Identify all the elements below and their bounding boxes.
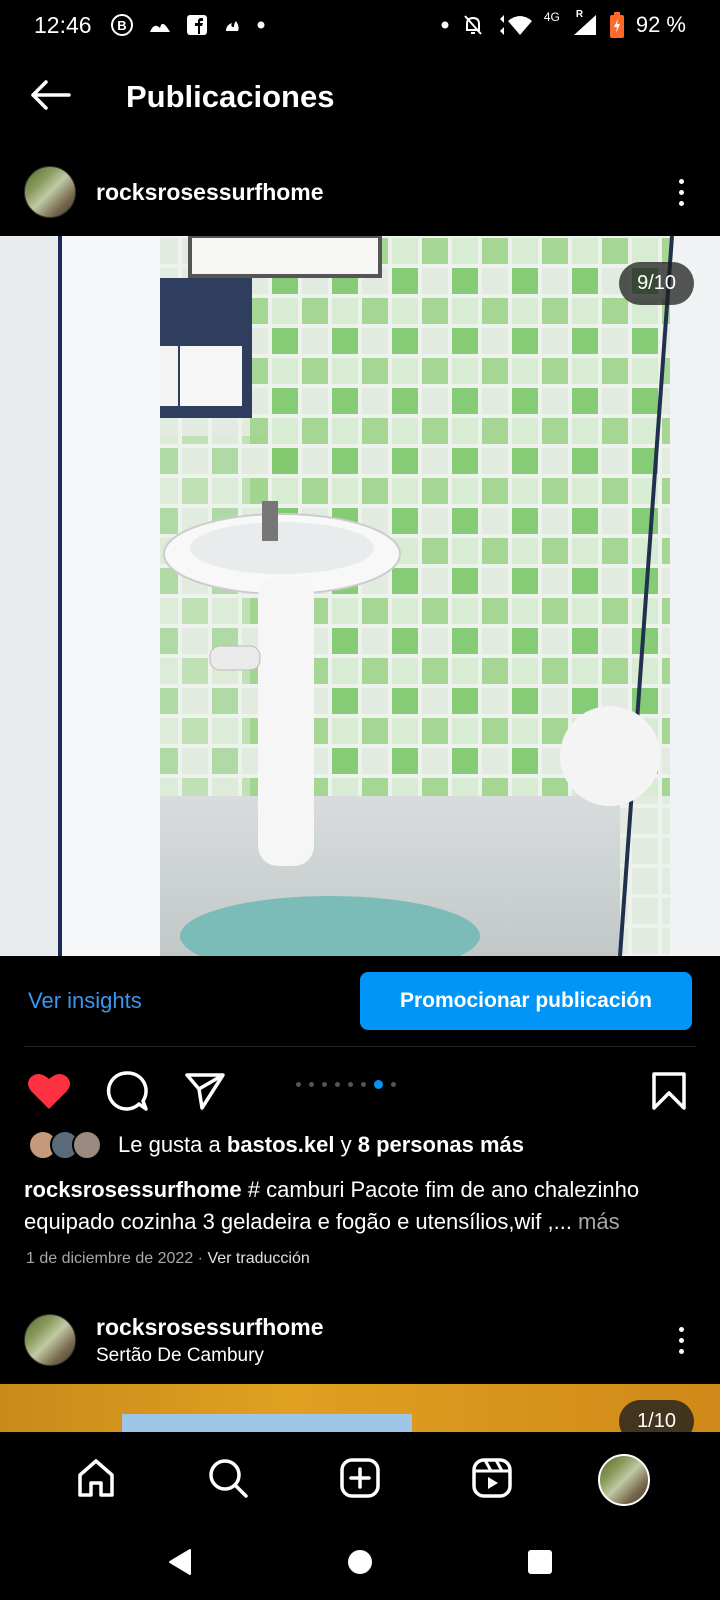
next-image-detail xyxy=(122,1414,412,1432)
status-time: 12:46 xyxy=(34,11,92,38)
comment-button[interactable] xyxy=(104,1070,150,1116)
back-button[interactable] xyxy=(20,67,80,127)
search-icon xyxy=(207,1457,249,1504)
send-icon xyxy=(184,1071,226,1116)
likes-prefix: Le gusta a xyxy=(118,1132,227,1157)
likes-summary[interactable]: Le gusta a bastos.kel y 8 personas más xyxy=(28,1130,524,1160)
bookmark-icon xyxy=(651,1071,687,1116)
carousel-dot xyxy=(322,1082,327,1087)
notification-icons: B xyxy=(110,13,266,37)
nav-home[interactable] xyxy=(66,1450,126,1510)
carousel-dot xyxy=(391,1082,396,1087)
meta-separator: · xyxy=(193,1250,208,1267)
facebook-icon xyxy=(186,14,208,36)
post-username[interactable]: rocksrosessurfhome xyxy=(96,179,324,206)
battery-icon xyxy=(609,12,624,38)
signal-icon: R xyxy=(572,9,598,37)
flame-icon xyxy=(222,15,242,35)
recents-square-icon xyxy=(526,1548,554,1581)
page-title: Publicaciones xyxy=(126,79,335,114)
system-status-icons: 4G R 92 % xyxy=(440,9,686,38)
liker-avatars xyxy=(28,1130,102,1160)
more-dots-icon xyxy=(678,1326,684,1332)
post-header: rocksrosessurfhome xyxy=(0,152,720,232)
dot-icon xyxy=(440,20,450,30)
carousel-indicator xyxy=(296,1080,396,1089)
bitcoin-icon: B xyxy=(110,13,134,37)
post-date: 1 de diciembre de 2022 xyxy=(26,1250,194,1267)
arrow-left-icon xyxy=(29,79,71,116)
caption-username[interactable]: rocksrosessurfhome xyxy=(24,1177,242,1202)
post-caption: rocksrosessurfhome # camburi Pacote fim … xyxy=(24,1174,696,1238)
share-button[interactable] xyxy=(182,1070,228,1116)
carousel-dot-active xyxy=(374,1080,383,1089)
system-home-button[interactable] xyxy=(335,1539,385,1589)
system-back-button[interactable] xyxy=(155,1539,205,1589)
network-type: 4G xyxy=(543,10,560,24)
next-post-image[interactable]: 1/10 xyxy=(0,1384,720,1432)
next-image-counter-badge: 1/10 xyxy=(619,1400,694,1432)
fire-icon xyxy=(148,14,172,36)
likes-others[interactable]: 8 personas más xyxy=(358,1132,524,1158)
avatar[interactable] xyxy=(24,166,76,218)
avatar xyxy=(72,1130,102,1160)
dot-icon xyxy=(256,20,266,30)
post-actions xyxy=(0,1060,720,1124)
next-post-username[interactable]: rocksrosessurfhome xyxy=(96,1314,324,1341)
nav-profile[interactable] xyxy=(594,1450,654,1510)
bathroom-photo xyxy=(0,236,720,956)
system-navigation xyxy=(0,1528,720,1600)
system-recents-button[interactable] xyxy=(515,1539,565,1589)
view-insights-link[interactable]: Ver insights xyxy=(28,988,142,1014)
next-post-location[interactable]: Sertão De Cambury xyxy=(96,1345,324,1367)
post-meta: 1 de diciembre de 2022 · Ver traducción xyxy=(26,1250,310,1268)
save-button[interactable] xyxy=(646,1070,692,1116)
back-triangle-icon xyxy=(166,1547,194,1582)
add-post-icon xyxy=(339,1457,381,1504)
like-button[interactable] xyxy=(26,1070,72,1116)
post-options-button[interactable] xyxy=(666,172,696,212)
post-image[interactable]: 9/10 xyxy=(0,236,720,956)
liker-username[interactable]: bastos.kel xyxy=(227,1132,335,1158)
more-dots-icon xyxy=(678,178,684,184)
profile-avatar xyxy=(598,1454,650,1506)
wifi-icon xyxy=(496,13,532,37)
promote-post-button[interactable]: Promocionar publicación xyxy=(360,972,692,1030)
divider xyxy=(24,1046,696,1047)
caption-more-link[interactable]: más xyxy=(572,1209,620,1234)
likes-joiner: y xyxy=(334,1132,358,1157)
svg-text:B: B xyxy=(117,18,126,33)
insights-row: Ver insights Promocionar publicación xyxy=(0,972,720,1030)
nav-create[interactable] xyxy=(330,1450,390,1510)
next-post-options-button[interactable] xyxy=(666,1320,696,1360)
nav-search[interactable] xyxy=(198,1450,258,1510)
avatar[interactable] xyxy=(24,1314,76,1366)
mute-bell-icon xyxy=(462,13,484,37)
carousel-dot xyxy=(348,1082,353,1087)
carousel-dot xyxy=(335,1082,340,1087)
battery-percent: 92 % xyxy=(635,12,686,37)
reels-icon xyxy=(471,1457,513,1504)
nav-reels[interactable] xyxy=(462,1450,522,1510)
carousel-dot xyxy=(361,1082,366,1087)
status-bar: 12:46 B 4G R 92 % xyxy=(0,0,720,50)
home-icon xyxy=(75,1457,117,1504)
top-bar: Publicaciones xyxy=(0,62,720,132)
next-post-header: rocksrosessurfhome Sertão De Cambury xyxy=(0,1300,720,1380)
carousel-dot xyxy=(309,1082,314,1087)
bottom-navigation xyxy=(0,1432,720,1528)
image-counter-badge: 9/10 xyxy=(619,262,694,305)
heart-icon xyxy=(27,1071,71,1116)
translate-link[interactable]: Ver traducción xyxy=(207,1250,309,1267)
home-circle-icon xyxy=(346,1548,374,1581)
comment-icon xyxy=(106,1070,148,1117)
roaming-indicator: R xyxy=(575,9,584,20)
carousel-dot xyxy=(296,1082,301,1087)
